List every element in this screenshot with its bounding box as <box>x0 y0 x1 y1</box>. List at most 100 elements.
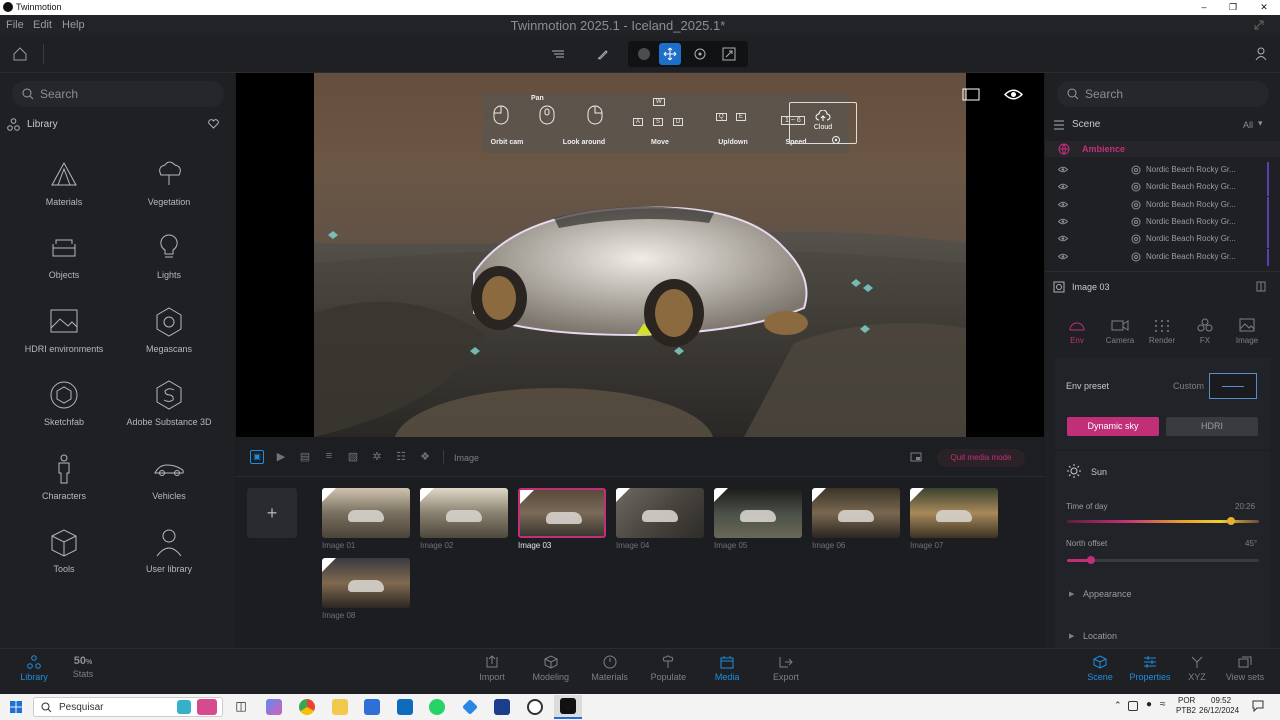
language-top[interactable]: POR <box>1178 696 1195 705</box>
dynamic-sky-button[interactable]: Dynamic sky <box>1067 417 1159 436</box>
nav-library[interactable]: Library <box>9 655 59 682</box>
language-bottom[interactable]: PTB2 <box>1176 706 1196 715</box>
walkthrough-mode-icon[interactable]: ✲ <box>370 450 384 464</box>
scene-item-row[interactable]: Nordic Beach Rocky Gr... <box>1053 162 1269 179</box>
file-explorer-icon[interactable] <box>332 699 348 715</box>
eye-icon[interactable] <box>1058 235 1068 242</box>
media-thumbnail[interactable] <box>714 488 802 538</box>
eye-icon[interactable] <box>1058 183 1068 190</box>
panorama-mode-icon[interactable]: ▤ <box>298 450 312 464</box>
eye-icon[interactable] <box>1058 201 1068 208</box>
nav-import[interactable]: Import <box>467 655 517 682</box>
notification-icon[interactable] <box>1252 700 1264 712</box>
favorite-heart-icon[interactable] <box>208 119 219 129</box>
restore-icon[interactable]: ❐ <box>1219 0 1247 15</box>
scene-item-row[interactable]: Nordic Beach Rocky Gr... <box>1053 179 1269 197</box>
north-slider-knob[interactable] <box>1087 556 1095 564</box>
user-icon[interactable] <box>1250 43 1272 65</box>
scale-tool-icon[interactable] <box>718 43 740 65</box>
quit-media-mode-button[interactable]: Quit media mode <box>937 449 1025 467</box>
media-thumbnail[interactable] <box>322 488 410 538</box>
clock-date[interactable]: 26/12/2024 <box>1199 706 1239 715</box>
library-category-lights[interactable]: Lights <box>119 226 219 296</box>
media-thumbnail[interactable] <box>518 488 606 538</box>
wifi-icon[interactable]: ≈ <box>1160 699 1166 710</box>
presentation-mode-icon[interactable]: ▧ <box>346 450 360 464</box>
scene-group-row[interactable]: Ambience <box>1045 141 1280 157</box>
layers-icon[interactable] <box>547 43 569 65</box>
app-recorder-icon[interactable] <box>527 699 543 715</box>
render-scene[interactable]: Pan Orbit cam Look around W A S D Move Q… <box>314 73 966 437</box>
vr-mode-icon[interactable]: ❖ <box>418 450 432 464</box>
library-category-objects[interactable]: Objects <box>14 226 114 296</box>
nav-modeling[interactable]: Modeling <box>526 655 576 682</box>
library-category-tools[interactable]: Tools <box>14 520 114 590</box>
scene-item-row[interactable]: Nordic Beach Rocky Gr... <box>1053 231 1269 249</box>
scene-search-input[interactable]: Search <box>1057 81 1269 107</box>
appearance-chevron-icon[interactable]: ▶ <box>1069 590 1074 598</box>
library-category-vehicles[interactable]: Vehicles <box>119 447 219 517</box>
chevron-down-icon[interactable]: ▾ <box>1258 118 1263 129</box>
media-thumbnail[interactable] <box>812 488 900 538</box>
nav-materials[interactable]: Materials <box>585 655 635 682</box>
outlook-icon[interactable] <box>397 699 413 715</box>
library-search-input[interactable]: Search <box>12 81 224 107</box>
nav-stats[interactable]: 50% Stats <box>58 655 108 679</box>
media-thumbnail[interactable] <box>910 488 998 538</box>
home-icon[interactable] <box>9 43 31 65</box>
scene-filter-dropdown[interactable]: All <box>1243 120 1253 130</box>
media-thumbnail[interactable] <box>420 488 508 538</box>
library-category-hdri-environments[interactable]: HDRI environments <box>14 300 114 370</box>
media-thumbnail[interactable] <box>322 558 410 608</box>
library-category-adobe-substance-3d[interactable]: Adobe Substance 3D <box>119 373 219 443</box>
todo-icon[interactable] <box>462 699 478 715</box>
time-slider-knob[interactable] <box>1226 517 1235 525</box>
chrome-icon[interactable] <box>299 699 315 715</box>
library-category-materials[interactable]: Materials <box>14 153 114 223</box>
media-thumbnail[interactable] <box>616 488 704 538</box>
microphone-icon[interactable]: ● <box>1146 699 1152 710</box>
north-offset-slider[interactable] <box>1067 556 1259 564</box>
tab-camera[interactable]: Camera <box>1100 318 1140 345</box>
eye-icon[interactable] <box>1058 253 1068 260</box>
nav-properties[interactable]: Properties <box>1125 655 1175 682</box>
tab-render[interactable]: Render <box>1142 318 1182 345</box>
video-mode-icon[interactable]: ▶ <box>274 450 288 464</box>
3d-viewport[interactable]: Pan Orbit cam Look around W A S D Move Q… <box>236 73 1044 437</box>
cloud-button[interactable]: Cloud <box>789 102 857 144</box>
eye-icon[interactable] <box>1058 166 1068 173</box>
tab-fx[interactable]: FX <box>1185 318 1225 345</box>
library-category-user-library[interactable]: User library <box>119 520 219 590</box>
copilot-icon[interactable] <box>266 699 282 715</box>
scene-item-row[interactable]: Nordic Beach Rocky Gr... <box>1053 213 1269 231</box>
task-view-icon[interactable]: ◫ <box>233 699 249 715</box>
frame-toggle-icon[interactable] <box>962 88 980 101</box>
rotate-tool-icon[interactable] <box>689 43 711 65</box>
scene-item-row[interactable]: Nordic Beach Rocky Gr... <box>1053 196 1269 214</box>
minimize-icon[interactable]: – <box>1190 0 1218 15</box>
globe-icon[interactable] <box>633 43 655 65</box>
tab-image[interactable]: Image <box>1227 318 1267 345</box>
library-category-vegetation[interactable]: Vegetation <box>119 153 219 223</box>
taskbar-search-input[interactable]: Pesquisar <box>33 697 223 717</box>
tray-app-icon[interactable] <box>1128 701 1138 711</box>
scene-item-row[interactable]: Nordic Beach Rocky Gr... <box>1053 248 1269 266</box>
store-icon[interactable] <box>364 699 380 715</box>
nav-scene[interactable]: Scene <box>1075 655 1125 682</box>
nav-view-sets[interactable]: View sets <box>1220 655 1270 682</box>
image-mode-icon[interactable]: ▣ <box>250 450 264 464</box>
revit-icon[interactable] <box>494 699 510 715</box>
move-tool-icon[interactable] <box>659 43 681 65</box>
pen-icon[interactable] <box>592 43 614 65</box>
appearance-section[interactable]: Appearance <box>1083 589 1132 599</box>
location-chevron-icon[interactable]: ▶ <box>1069 632 1074 640</box>
library-category-sketchfab[interactable]: Sketchfab <box>14 373 114 443</box>
phased-mode-icon[interactable]: ≡ <box>322 450 336 464</box>
clock-time[interactable]: 09:52 <box>1211 696 1231 705</box>
nav-xyz[interactable]: XYZ <box>1172 655 1222 682</box>
panel-layout-icon[interactable] <box>1256 281 1266 292</box>
nav-export[interactable]: Export <box>761 655 811 682</box>
env-preset-swatch[interactable] <box>1209 373 1257 399</box>
batch-mode-icon[interactable]: ☷ <box>394 450 408 464</box>
visibility-eye-icon[interactable] <box>1004 88 1023 101</box>
